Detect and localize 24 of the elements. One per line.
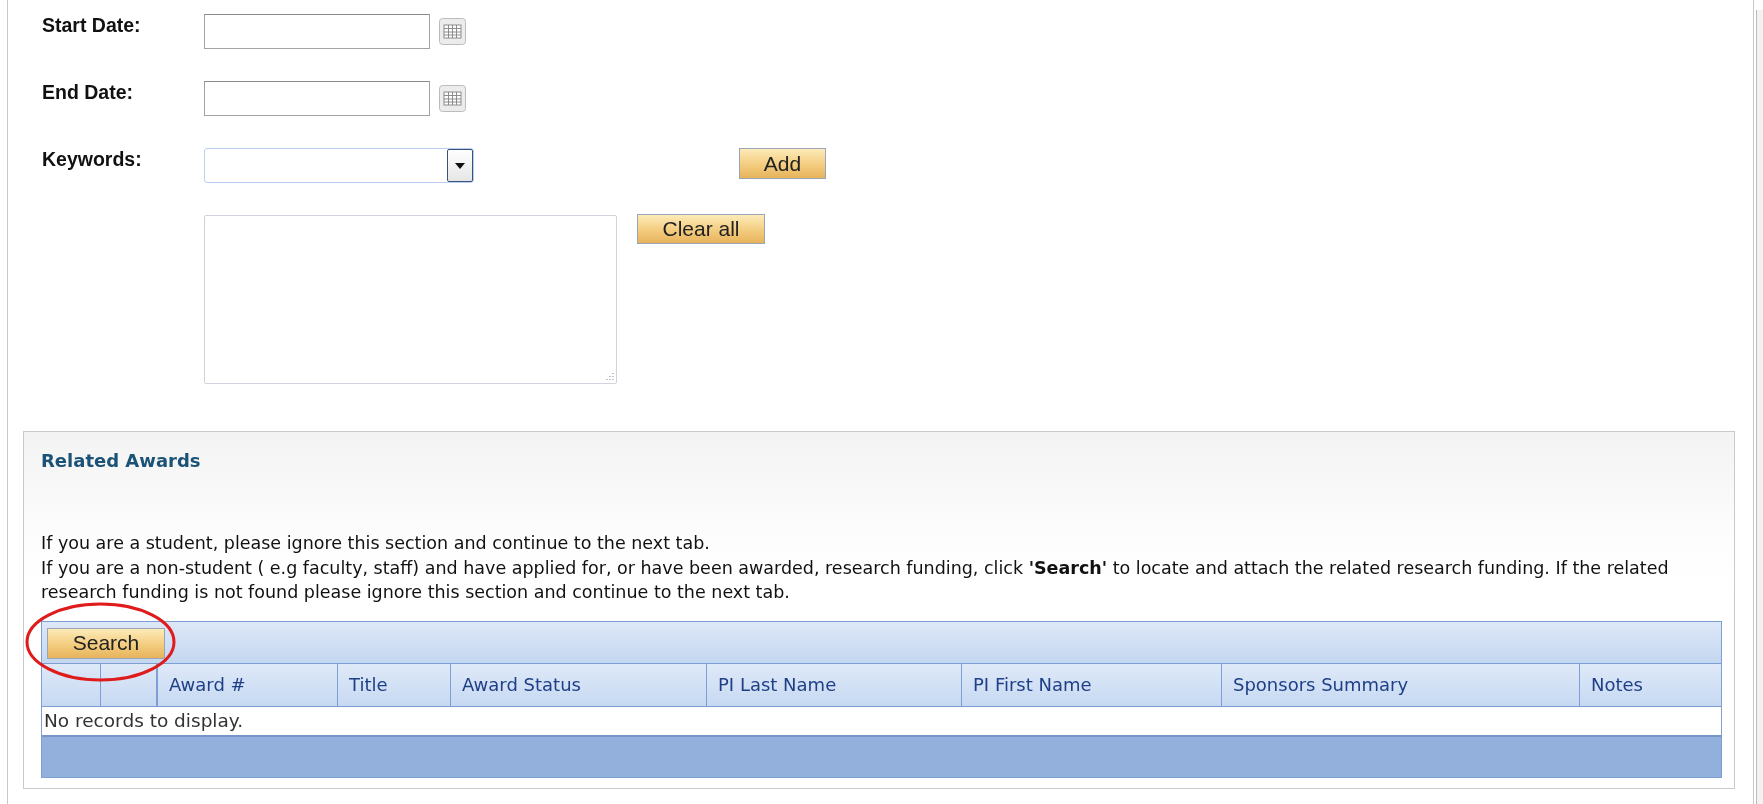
- search-button[interactable]: Search: [47, 627, 165, 659]
- column-header[interactable]: Title: [338, 663, 451, 706]
- resize-grip-icon[interactable]: [605, 372, 614, 381]
- instruction-text: If you are a non-student ( e.g faculty, staff) and have applied for, or have been awarded, research funding, click 'Search' to locate and attach the related research funding. If the related research funding is not found please ignore this section and continue to the next tab.: [41, 556, 1670, 604]
- dropdown-field[interactable]: [204, 148, 474, 183]
- column-header[interactable]: Award Status: [451, 663, 707, 706]
- date-field[interactable]: [204, 14, 430, 49]
- field-label: Start Date:: [42, 14, 142, 37]
- calendar-icon[interactable]: [439, 85, 466, 112]
- field-label: End Date:: [42, 81, 134, 104]
- column-header[interactable]: PI Last Name: [707, 663, 962, 706]
- column-header[interactable]: Sponsors Summary: [1222, 663, 1580, 706]
- empty-table-message: No records to display.: [44, 710, 244, 731]
- column-header[interactable]: Award #: [158, 663, 338, 706]
- field-label: Keywords:: [42, 148, 143, 171]
- instruction-text: If you are a student, please ignore this section and continue to the next tab.: [41, 532, 711, 555]
- calendar-icon[interactable]: [439, 18, 466, 45]
- column-header[interactable]: Notes: [1580, 663, 1721, 706]
- date-field[interactable]: [204, 81, 430, 116]
- dropdown-arrow-icon: [455, 162, 465, 169]
- clear-all-button[interactable]: Clear all: [637, 214, 765, 244]
- section-title: Related Awards: [41, 450, 202, 471]
- add-button[interactable]: Add: [739, 148, 826, 179]
- column-header[interactable]: PI First Name: [962, 663, 1222, 706]
